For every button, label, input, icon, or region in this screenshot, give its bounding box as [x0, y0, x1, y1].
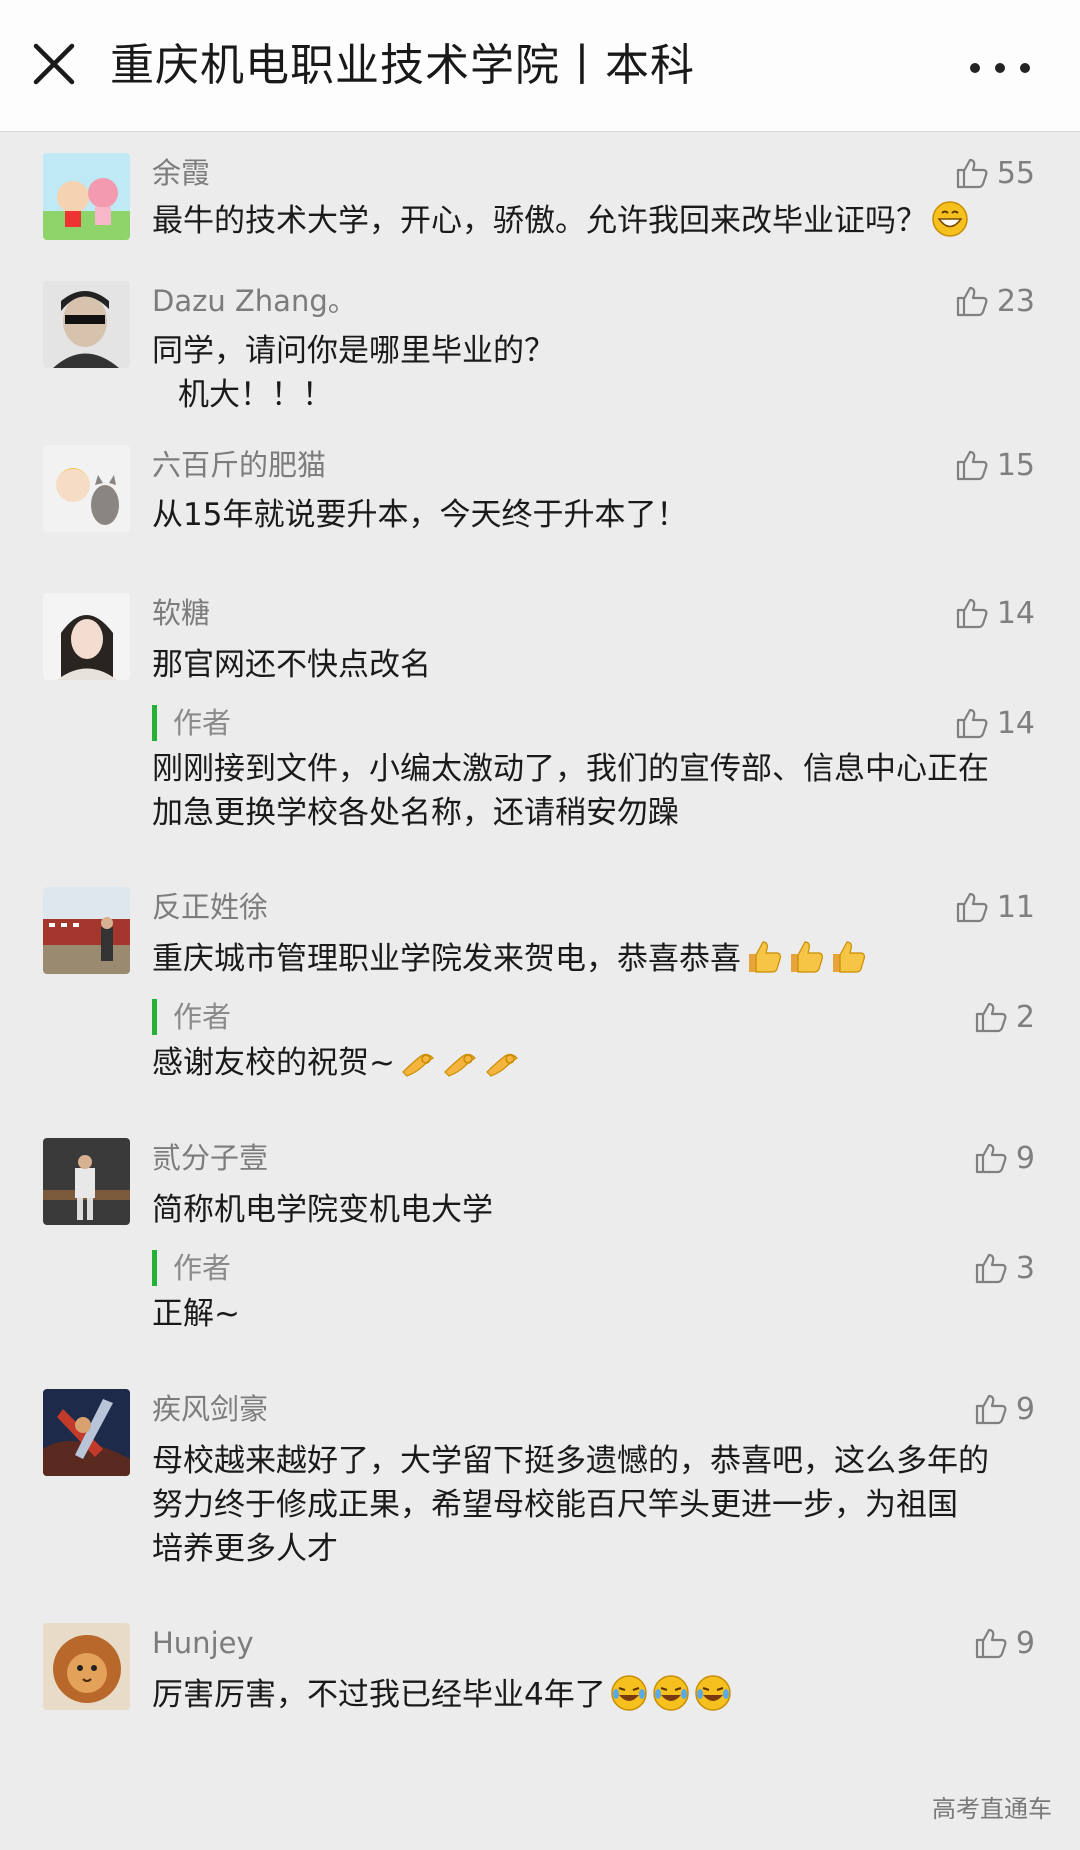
page-title: 重庆机电职业技术学院丨本科: [110, 40, 695, 91]
avatar[interactable]: [43, 887, 130, 974]
comment-text: 那官网还不快点改名: [152, 647, 431, 683]
thumbs-up-outline-icon: [956, 158, 988, 189]
reply-like-button[interactable]: 3: [974, 1248, 1035, 1288]
like-button[interactable]: 23: [955, 281, 1035, 321]
reply-text: 感谢友校的祝贺~: [152, 1041, 1032, 1085]
reply-like-button[interactable]: 2: [974, 997, 1035, 1037]
comment-text: 培养更多人才: [152, 1531, 338, 1567]
like-count: 14: [996, 595, 1035, 631]
thumbs-up-icon: [833, 941, 865, 973]
crying-laughing-icon: [694, 1675, 731, 1711]
avatar[interactable]: [43, 1138, 130, 1225]
comment-text: 从15年就说要升本，今天终于升本了！: [152, 497, 688, 533]
like-count: 23: [996, 283, 1035, 319]
thumbs-up-outline-icon: [956, 892, 988, 923]
top-bar: 重庆机电职业技术学院丨本科: [0, 0, 1080, 132]
like-count: 15: [996, 447, 1035, 483]
thumbs-up-outline-icon: [975, 1002, 1007, 1033]
thumbs-up-outline-icon: [956, 450, 988, 481]
thumbs-up-outline-icon: [975, 1143, 1007, 1174]
comment-text: 母校越来越好了，大学留下挺多遗憾的，恭喜吧，这么多年的: [152, 1443, 989, 1479]
like-count: 2: [1015, 999, 1035, 1035]
grinning-face-icon: [932, 201, 968, 237]
thumbs-up-icon: [749, 941, 781, 973]
comment-text: 厉害厉害，不过我已经毕业4年了: [152, 1673, 1032, 1717]
ok-hand-icon: [486, 1053, 518, 1077]
author-reply-label: 作者: [152, 999, 231, 1035]
like-button[interactable]: 55: [955, 153, 1035, 193]
avatar[interactable]: [43, 445, 130, 532]
close-icon[interactable]: [28, 38, 80, 90]
like-button[interactable]: 11: [955, 887, 1035, 927]
like-count: 11: [996, 889, 1035, 925]
thumbs-up-outline-icon: [956, 286, 988, 317]
like-count: 55: [996, 155, 1035, 191]
thumbs-up-outline-icon: [956, 708, 988, 739]
comment-author[interactable]: 余霞: [152, 153, 210, 193]
thumbs-up-outline-icon: [975, 1253, 1007, 1284]
avatar[interactable]: [43, 593, 130, 680]
like-button[interactable]: 9: [974, 1389, 1035, 1429]
comment-author[interactable]: 反正姓徐: [152, 887, 268, 927]
like-button[interactable]: 9: [974, 1623, 1035, 1663]
like-count: 9: [1015, 1140, 1035, 1176]
more-options-icon[interactable]: [970, 56, 1030, 80]
like-count: 14: [996, 705, 1035, 741]
crying-laughing-icon: [610, 1675, 647, 1711]
reply-text: 正解~: [152, 1296, 240, 1332]
watermark: 高考直通车: [932, 1795, 1052, 1823]
like-count: 9: [1015, 1391, 1035, 1427]
reply-text: 加急更换学校各处名称，还请稍安勿躁: [152, 795, 679, 831]
comment-author[interactable]: 贰分子壹: [152, 1138, 268, 1178]
thumbs-up-outline-icon: [975, 1628, 1007, 1659]
comment-text: 机大！！！: [178, 377, 333, 413]
reply-text: 刚刚接到文件，小编太激动了，我们的宣传部、信息中心正在: [152, 751, 989, 787]
reply-like-button[interactable]: 14: [955, 703, 1035, 743]
comment-author[interactable]: 疾风剑豪: [152, 1389, 268, 1429]
ok-hand-icon: [402, 1053, 434, 1077]
comment-author[interactable]: Dazu Zhang。: [152, 281, 357, 321]
avatar[interactable]: [43, 281, 130, 368]
author-reply-label: 作者: [152, 705, 231, 741]
comment-list: 余霞 55 最牛的技术大学，开心，骄傲。允许我回来改毕业证吗？ Dazu Zha…: [0, 133, 1080, 1850]
thumbs-up-outline-icon: [975, 1394, 1007, 1425]
comment-author[interactable]: 软糖: [152, 593, 210, 633]
comment-text: 重庆城市管理职业学院发来贺电，恭喜恭喜: [152, 937, 1032, 981]
like-button[interactable]: 15: [955, 445, 1035, 485]
like-count: 3: [1015, 1250, 1035, 1286]
like-button[interactable]: 14: [955, 593, 1035, 633]
crying-laughing-icon: [652, 1675, 689, 1711]
comment-text: 最牛的技术大学，开心，骄傲。允许我回来改毕业证吗？: [152, 199, 1032, 243]
avatar[interactable]: [43, 1389, 130, 1476]
like-count: 9: [1015, 1625, 1035, 1661]
author-reply-label: 作者: [152, 1250, 231, 1286]
thumbs-up-outline-icon: [956, 598, 988, 629]
comment-text: 努力终于修成正果，希望母校能百尺竿头更进一步，为祖国: [152, 1487, 958, 1523]
like-button[interactable]: 9: [974, 1138, 1035, 1178]
avatar[interactable]: [43, 1623, 130, 1710]
comment-author[interactable]: 六百斤的肥猫: [152, 445, 326, 485]
comment-text: 简称机电学院变机电大学: [152, 1192, 493, 1228]
avatar[interactable]: [43, 153, 130, 240]
ok-hand-icon: [444, 1053, 476, 1077]
comment-author[interactable]: Hunjey: [152, 1623, 254, 1663]
comment-text: 同学，请问你是哪里毕业的？: [152, 333, 555, 369]
thumbs-up-icon: [791, 941, 823, 973]
